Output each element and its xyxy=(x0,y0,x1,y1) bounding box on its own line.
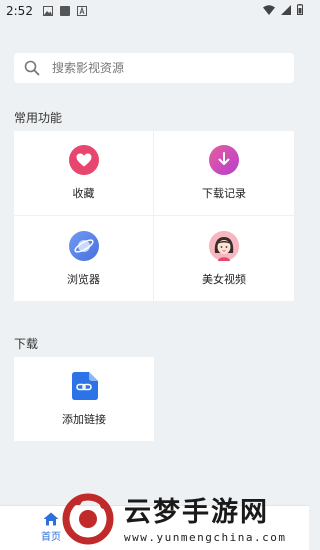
add-link-label: 添加链接 xyxy=(62,413,106,426)
feature-label: 收藏 xyxy=(72,187,95,200)
feature-beauty-videos[interactable]: 美女视频 xyxy=(154,216,294,301)
section-title-common: 常用功能 xyxy=(14,111,63,125)
heart-icon xyxy=(68,145,99,175)
feature-browser[interactable]: 浏览器 xyxy=(14,216,154,301)
search-input[interactable] xyxy=(52,61,252,75)
watermark: 云梦手游网 www.yunmengchina.com xyxy=(58,483,309,550)
section-title-download: 下载 xyxy=(14,337,39,351)
watermark-en: www.yunmengchina.com xyxy=(124,530,287,544)
planet-icon xyxy=(68,230,99,261)
wifi-icon xyxy=(263,4,275,15)
signal-icon xyxy=(281,4,291,15)
gallery-notification-icon xyxy=(42,6,53,16)
feature-label: 下载记录 xyxy=(202,187,246,200)
feature-grid: 收藏 下载记录 浏览器 美女视频 xyxy=(14,131,294,301)
feature-download-history[interactable]: 下载记录 xyxy=(154,131,294,216)
feature-label: 浏览器 xyxy=(67,272,100,286)
girl-avatar-icon xyxy=(209,230,239,261)
download-icon xyxy=(209,145,239,175)
status-bar: 2:52 xyxy=(0,0,309,22)
home-icon xyxy=(43,512,59,526)
add-link-button[interactable]: 添加链接 xyxy=(14,357,154,441)
watermark-cn: 云梦手游网 xyxy=(124,496,269,528)
battery-icon xyxy=(297,4,303,15)
feature-favorites[interactable]: 收藏 xyxy=(14,131,154,216)
app-notification-icon xyxy=(76,6,87,16)
notification-square-icon xyxy=(59,6,70,16)
link-icon xyxy=(72,372,98,400)
search-icon xyxy=(24,60,40,76)
search-bar[interactable] xyxy=(14,53,294,83)
watermark-logo xyxy=(62,493,114,544)
status-time: 2:52 xyxy=(6,4,33,18)
feature-label: 美女视频 xyxy=(202,272,246,286)
